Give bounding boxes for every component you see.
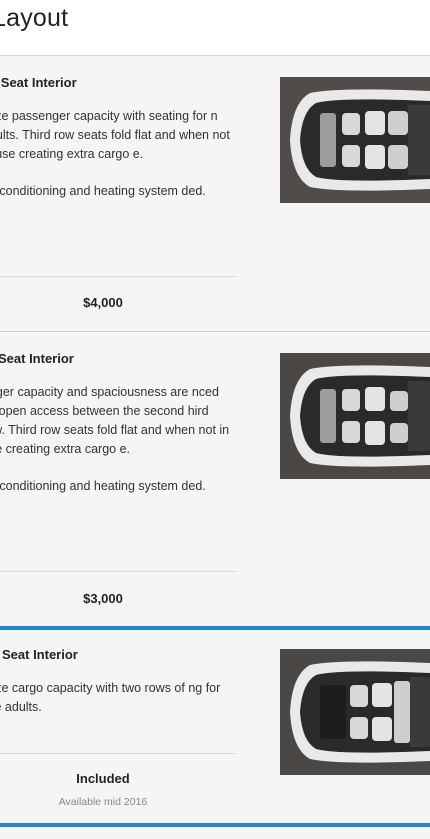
option-title: Seat Interior <box>2 647 78 662</box>
option-price: Included <box>76 771 130 786</box>
option-description: enger capacity and spaciousness are nced… <box>0 383 232 514</box>
selected-indicator-bottom <box>0 823 430 827</box>
car-interior-image <box>280 353 430 479</box>
page-header: Layout <box>0 0 430 56</box>
option-description: mize passenger capacity with seating for… <box>0 107 232 219</box>
car-interior-top-view-icon <box>280 649 430 775</box>
option-description-paragraph: mize passenger capacity with seating for… <box>0 109 230 161</box>
option-description: mize cargo capacity with two rows of ng … <box>0 679 232 735</box>
seat-option-3[interactable]: Seat Interior mize cargo capacity with t… <box>0 630 430 823</box>
divider <box>0 571 236 572</box>
page-title: Layout <box>0 4 69 32</box>
option-title: en Seat Interior <box>0 75 77 90</box>
option-description-paragraph: air conditioning and heating system ded. <box>0 184 206 198</box>
car-interior-top-view-icon <box>280 353 430 479</box>
seat-option-2[interactable]: Seat Interior enger capacity and spaciou… <box>0 332 430 626</box>
seat-option-1[interactable]: en Seat Interior mize passenger capacity… <box>0 56 430 331</box>
option-description-paragraph: enger capacity and spaciousness are nced… <box>0 385 230 456</box>
divider <box>0 753 236 754</box>
divider <box>0 276 236 277</box>
car-interior-image <box>280 77 430 203</box>
car-interior-top-view-icon <box>280 77 430 203</box>
option-price: $3,000 <box>83 591 123 606</box>
option-price: $4,000 <box>83 295 123 310</box>
availability-note: Available mid 2016 <box>58 796 148 808</box>
option-description-paragraph: mize cargo capacity with two rows of ng … <box>0 681 221 714</box>
option-description-paragraph: air conditioning and heating system ded. <box>0 479 206 493</box>
option-title: Seat Interior <box>0 351 74 366</box>
car-interior-image <box>280 649 430 775</box>
